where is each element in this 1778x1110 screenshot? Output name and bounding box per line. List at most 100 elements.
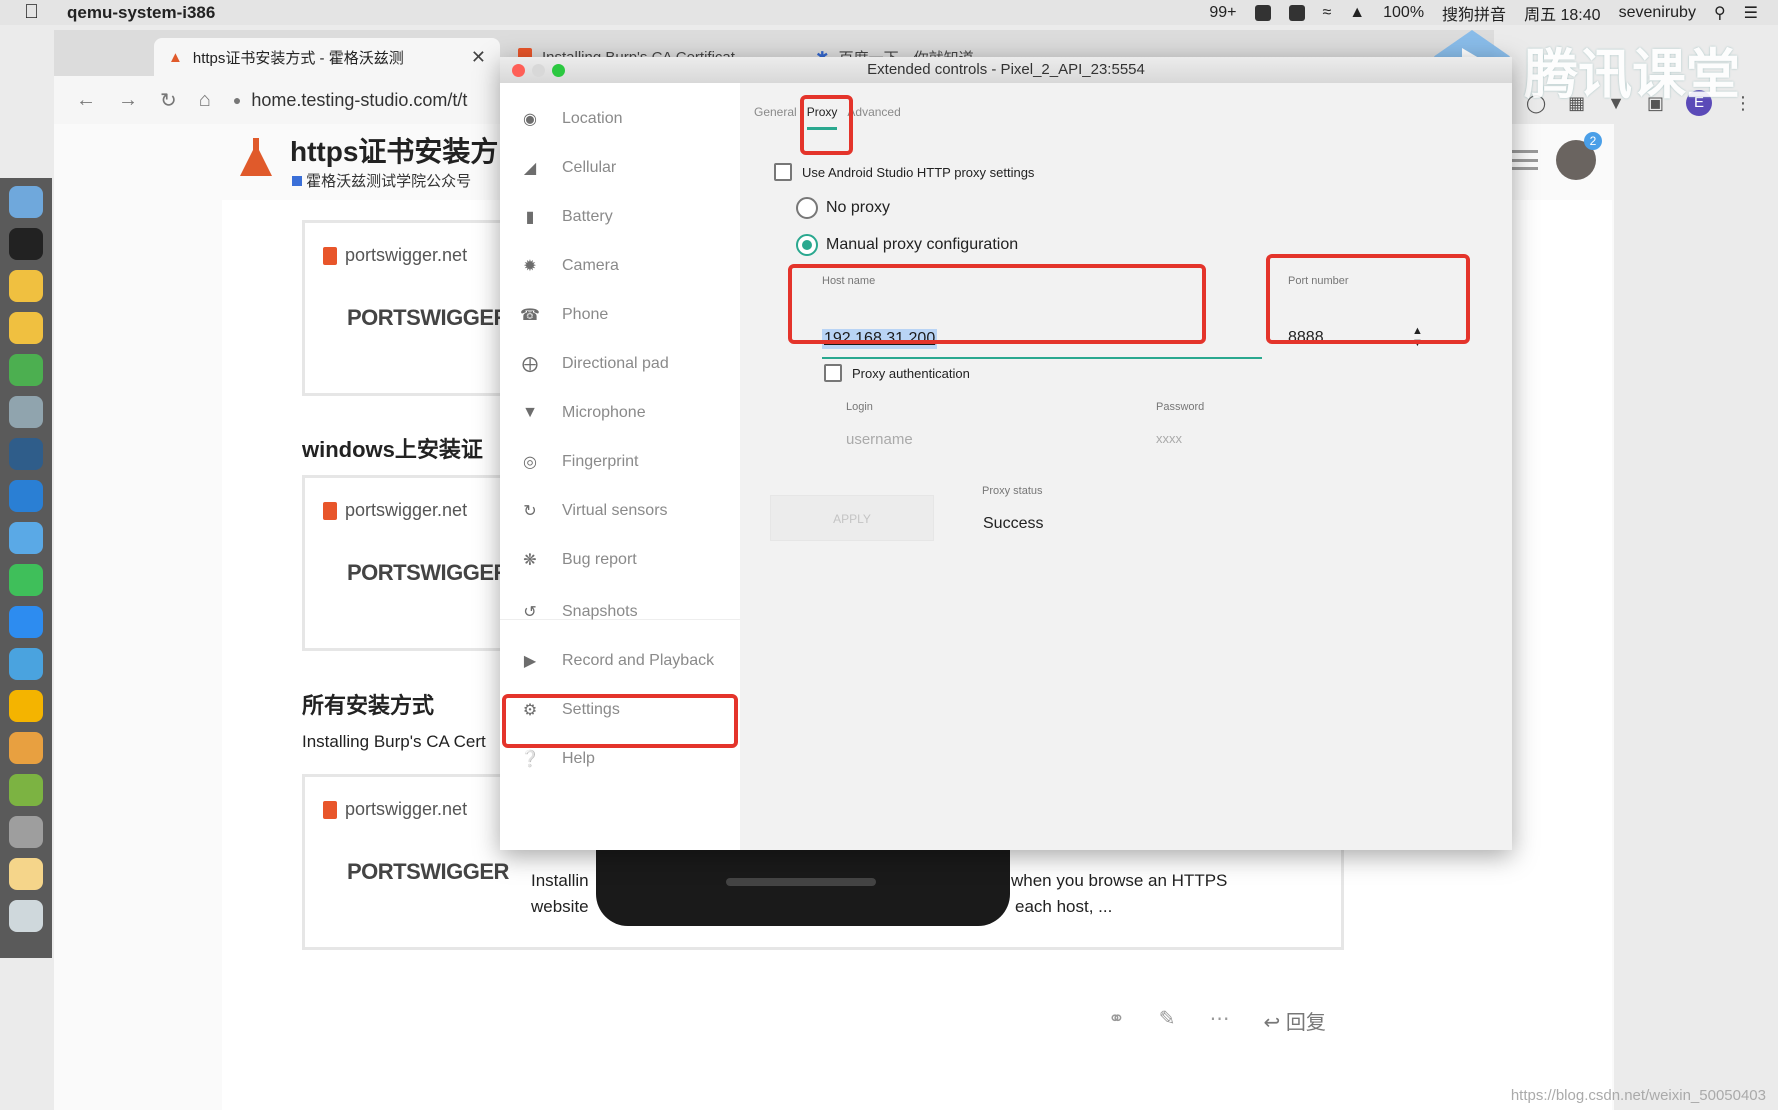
close-icon[interactable]: ✕ [471,47,486,68]
tab-label: https证书安装方式 - 霍格沃兹测 [192,49,404,67]
notification-count[interactable]: 99+ [1209,4,1236,22]
apply-button[interactable]: APPLY [770,495,934,541]
card-text-left-2: website [531,897,589,916]
phone-home-bar [726,878,876,886]
card-text-right: when you browse an HTTPS [1011,871,1228,890]
sidebar-item-label: Battery [562,208,613,225]
vscode-icon[interactable] [9,480,43,512]
sidebar-item-phone[interactable]: ☎ Phone [500,291,740,339]
finder-icon[interactable] [9,186,43,218]
location-pin-icon: ◉ [523,111,537,128]
password-label: Password [1156,401,1205,413]
search-app-icon[interactable] [9,648,43,680]
reload-icon[interactable]: ↻ [160,88,177,113]
notes-icon[interactable] [9,858,43,890]
home-icon[interactable]: ⌂ [199,89,211,112]
sidebar-item-label: Help [562,750,595,767]
phone-icon: ☎ [520,307,540,324]
card-text-left: Installin [531,871,589,890]
zoom-icon[interactable] [9,606,43,638]
apple-icon[interactable]:  [24,1,39,24]
sidebar-item-cellular[interactable]: ◢ Cellular [500,144,740,192]
jenkins-icon[interactable] [9,816,43,848]
avatar-badge: 2 [1584,132,1602,150]
close-window-icon[interactable] [512,64,525,77]
battery-percent[interactable]: 100% [1383,4,1424,22]
domain-text: portswigger.net [345,245,468,265]
site-logo-icon[interactable] [236,136,276,180]
card-domain: portswigger.net [323,245,467,266]
wechat-icon[interactable] [9,564,43,596]
proxy-auth-label: Proxy authentication [852,366,970,381]
proxy-auth-checkbox[interactable] [824,364,842,382]
sidebar-item-location[interactable]: ◉ Location [500,95,740,143]
window-titlebar[interactable]: Extended controls - Pixel_2_API_23:5554 [500,57,1512,83]
annotation-settings [502,694,738,748]
clock[interactable]: 周五 18:40 [1524,1,1601,25]
edit-icon[interactable]: ✎ [1159,1006,1176,1035]
sidebar-item-dpad[interactable]: ⨁ Directional pad [500,340,740,388]
sidebar-item-virtual-sensors[interactable]: ↻ Virtual sensors [500,487,740,535]
hamburger-icon[interactable] [1512,150,1538,170]
tab-general[interactable]: General [754,105,797,119]
qq-icon[interactable] [9,270,43,302]
app-icon[interactable] [9,522,43,554]
sketch-icon[interactable] [9,690,43,722]
link-icon[interactable]: ⚭ [1108,1006,1125,1035]
heading-windows: windows上安装证 [302,437,483,462]
input-method[interactable]: 搜狗拼音 [1442,1,1506,25]
tab-https-cert[interactable]: ▲ https证书安装方式 - 霍格沃兹测 ✕ [154,38,500,76]
user-name[interactable]: seveniruby [1619,4,1696,22]
minimize-icon[interactable] [532,64,545,77]
forward-icon[interactable]: → [118,89,138,112]
login-input[interactable]: username [846,431,913,448]
dpad-icon: ⨁ [522,356,538,373]
domain-text: portswigger.net [345,799,468,819]
reply-label: 回复 [1285,1012,1326,1034]
lock-icon[interactable]: ● [233,92,241,108]
fingerprint-icon: ◎ [523,454,537,471]
sidebar-item-record-playback[interactable]: ▶ Record and Playback [500,637,740,685]
display-icon[interactable] [9,438,43,470]
maximize-icon[interactable] [552,64,565,77]
dock [0,178,52,958]
android-studio-icon[interactable] [9,774,43,806]
window-title: Extended controls - Pixel_2_API_23:5554 [867,61,1145,78]
wifi-icon[interactable]: ≈ [1323,4,1332,22]
manual-proxy-radio[interactable] [796,234,818,256]
app-icon-2[interactable] [9,732,43,764]
sidebar-item-snapshots[interactable]: ↺ Snapshots [500,588,740,636]
sidebar-item-microphone[interactable]: ▼ Microphone [500,389,740,437]
url-field[interactable]: home.testing-studio.com/t/t [251,90,467,111]
terminal-icon[interactable] [9,228,43,260]
dropbox-icon[interactable] [1254,4,1271,21]
back-icon[interactable]: ← [76,89,96,112]
keynote-icon[interactable] [9,396,43,428]
qq-icon-2[interactable] [9,312,43,344]
use-studio-proxy-checkbox[interactable] [774,163,792,181]
more-icon[interactable]: ⋯ [1210,1006,1230,1035]
manual-proxy-label: Manual proxy configuration [826,236,1019,253]
password-input[interactable]: xxxx [1156,431,1182,446]
logo-text: PORTSWIGGER [347,859,509,884]
spotlight-icon[interactable]: ⚲ [1714,3,1726,23]
docker-icon[interactable] [1288,4,1305,21]
brand-text: 腾讯课堂 [1524,45,1740,105]
tab-advanced[interactable]: Advanced [847,105,900,119]
host-input-underline [822,357,1262,359]
chrome-icon[interactable] [9,354,43,386]
heading-all-methods: 所有安装方式 [302,693,435,718]
no-proxy-radio[interactable] [796,197,818,219]
sidebar-item-fingerprint[interactable]: ◎ Fingerprint [500,438,740,486]
use-studio-proxy-label: Use Android Studio HTTP proxy settings [802,165,1035,180]
reply-button[interactable]: ↩ 回复 [1264,1006,1326,1035]
trash-icon[interactable] [9,900,43,932]
menu-list-icon[interactable]: ☰ [1744,3,1758,23]
portswigger-icon [323,800,337,819]
sidebar-item-battery[interactable]: ▮ Battery [500,193,740,241]
sidebar-item-camera[interactable]: ✹ Camera [500,242,740,290]
sidebar-item-bug-report[interactable]: ❋ Bug report [500,536,740,584]
annotation-host-name [788,264,1206,344]
active-app-name[interactable]: qemu-system-i386 [67,3,215,23]
volume-icon[interactable]: ▲ [1349,4,1365,22]
